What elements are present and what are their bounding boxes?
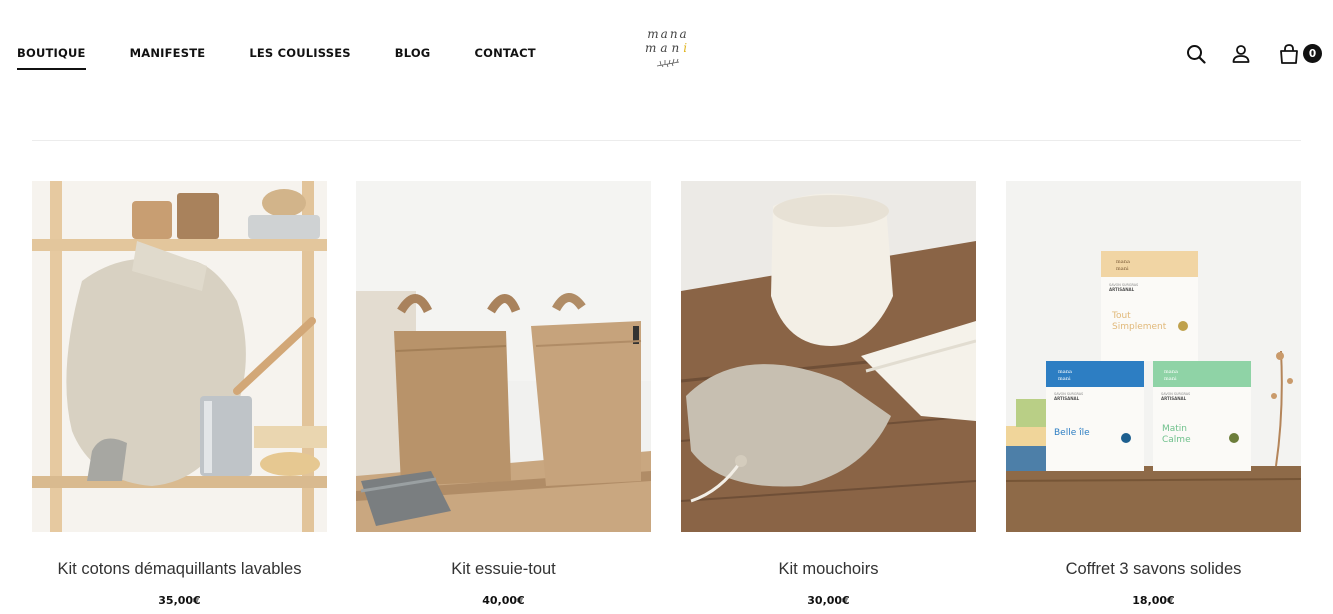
nav-item-manifeste[interactable]: MANIFESTE [130, 46, 206, 60]
search-icon[interactable] [1184, 42, 1208, 66]
product-photo: mana mani SAVON SURGRAS ARTISANAL Tout S… [1006, 181, 1301, 532]
product-card[interactable]: Kit essuie-tout 40,00€ [356, 181, 651, 607]
top-box-tagline-line-2: ARTISANAL [1109, 287, 1135, 292]
product-photo [356, 181, 651, 532]
product-price: 35,00€ [158, 594, 201, 607]
logo-line-1: mana [647, 27, 689, 41]
left-box-brand-line-1: mana [1058, 369, 1072, 375]
top-box-name-line-2: Simplement [1112, 322, 1167, 332]
right-box-name-line-2: Calme [1162, 435, 1191, 445]
nav-item-les-coulisses[interactable]: LES COULISSES [249, 46, 350, 60]
product-title[interactable]: Coffret 3 savons solides [1006, 560, 1301, 579]
logo-line-2: mani [638, 41, 698, 55]
top-box-name-line-1: Tout [1111, 311, 1131, 321]
product-title[interactable]: Kit cotons démaquillants lavables [32, 560, 327, 579]
header-icons: 0 [1184, 42, 1322, 66]
cart-icon[interactable] [1277, 42, 1301, 66]
product-image-cotons[interactable] [32, 181, 327, 532]
top-box-brand-line-1: mana [1116, 259, 1130, 265]
product-price: 40,00€ [482, 594, 525, 607]
logo-sprig-icon [656, 58, 680, 68]
product-title[interactable]: Kit mouchoirs [681, 560, 976, 579]
product-image-mouchoirs[interactable] [681, 181, 976, 532]
product-price: 18,00€ [1132, 594, 1175, 607]
left-box-tagline-line-2: ARTISANAL [1054, 396, 1080, 401]
product-photo [32, 181, 327, 532]
nav-item-blog[interactable]: BLOG [395, 46, 431, 60]
nav-item-boutique[interactable]: BOUTIQUE [17, 46, 86, 70]
left-box-brand-line-2: mani [1058, 376, 1071, 382]
right-box-brand-line-2: mani [1164, 376, 1177, 382]
product-card[interactable]: Kit cotons démaquillants lavables 35,00€ [32, 181, 327, 607]
product-image-essuie-tout[interactable] [356, 181, 651, 532]
product-card[interactable]: Kit mouchoirs 30,00€ [681, 181, 976, 607]
right-box-tagline-line-2: ARTISANAL [1161, 396, 1187, 401]
site-logo[interactable]: mana mani [638, 28, 698, 80]
left-box-name: Belle île [1054, 428, 1090, 438]
logo-line-2-accent: i [683, 41, 692, 55]
main-nav: BOUTIQUE MANIFESTE LES COULISSES BLOG CO… [17, 46, 536, 70]
product-image-savons[interactable]: mana mani SAVON SURGRAS ARTISANAL Tout S… [1006, 181, 1301, 532]
logo-line-2-text: man [644, 41, 684, 55]
nav-item-contact[interactable]: CONTACT [474, 46, 535, 60]
right-box-brand-line-1: mana [1164, 369, 1178, 375]
account-icon[interactable] [1229, 42, 1253, 66]
top-box-brand-line-2: mani [1116, 266, 1129, 272]
product-title[interactable]: Kit essuie-tout [356, 560, 651, 579]
header-divider [32, 140, 1301, 141]
right-box-name-line-1: Matin [1162, 424, 1187, 434]
cart-count-badge: 0 [1303, 44, 1322, 63]
product-price: 30,00€ [807, 594, 850, 607]
cart-button[interactable]: 0 [1277, 42, 1322, 66]
site-header: BOUTIQUE MANIFESTE LES COULISSES BLOG CO… [0, 0, 1333, 108]
product-card[interactable]: mana mani SAVON SURGRAS ARTISANAL Tout S… [1006, 181, 1301, 607]
product-photo [681, 181, 976, 532]
